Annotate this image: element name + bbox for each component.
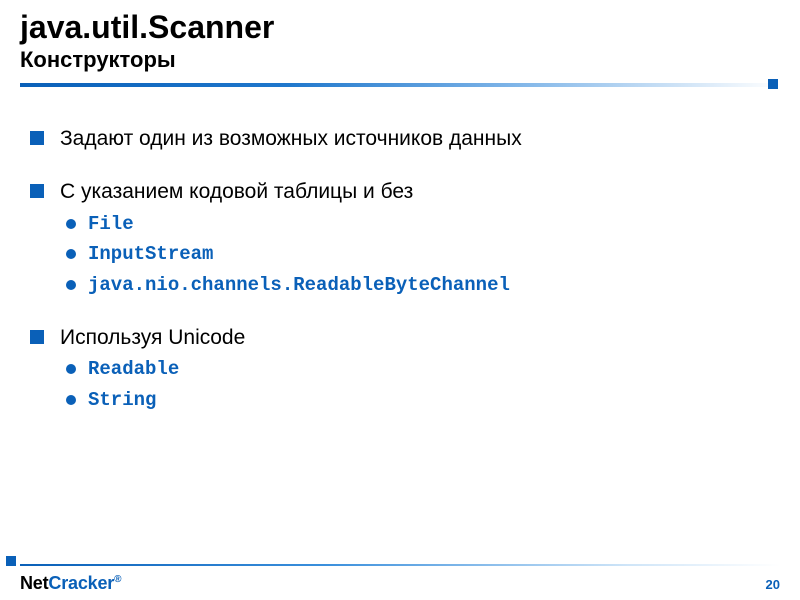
bullet-level2: String (30, 388, 770, 413)
footer-marker-icon (6, 556, 16, 566)
slide-title: java.util.Scanner (20, 10, 780, 45)
divider-end-marker (768, 79, 778, 89)
page-number: 20 (766, 577, 780, 592)
code-type: java.nio.channels.ReadableByteChannel (88, 274, 510, 296)
footer-divider (20, 564, 780, 566)
slide-subtitle: Конструкторы (20, 47, 780, 73)
slide-footer: NetCracker® 20 (0, 564, 800, 600)
bullet-level2: Readable (30, 357, 770, 382)
logo-part-net: Net (20, 573, 48, 593)
company-logo: NetCracker® (20, 573, 121, 594)
registered-icon: ® (114, 574, 121, 585)
bullet-level2: InputStream (30, 242, 770, 267)
title-divider (20, 83, 780, 87)
bullet-level1: Задают один из возможных источников данн… (30, 125, 770, 152)
slide-content: Задают один из возможных источников данн… (0, 87, 800, 412)
code-type: Readable (88, 358, 179, 380)
bullet-level1: С указанием кодовой таблицы и без (30, 178, 770, 205)
code-type: String (88, 389, 156, 411)
logo-part-cracker: Cracker (48, 573, 114, 593)
bullet-level2: File (30, 212, 770, 237)
bullet-level2: java.nio.channels.ReadableByteChannel (30, 273, 770, 298)
code-type: InputStream (88, 243, 213, 265)
code-type: File (88, 213, 134, 235)
bullet-level1: Используя Unicode (30, 324, 770, 351)
